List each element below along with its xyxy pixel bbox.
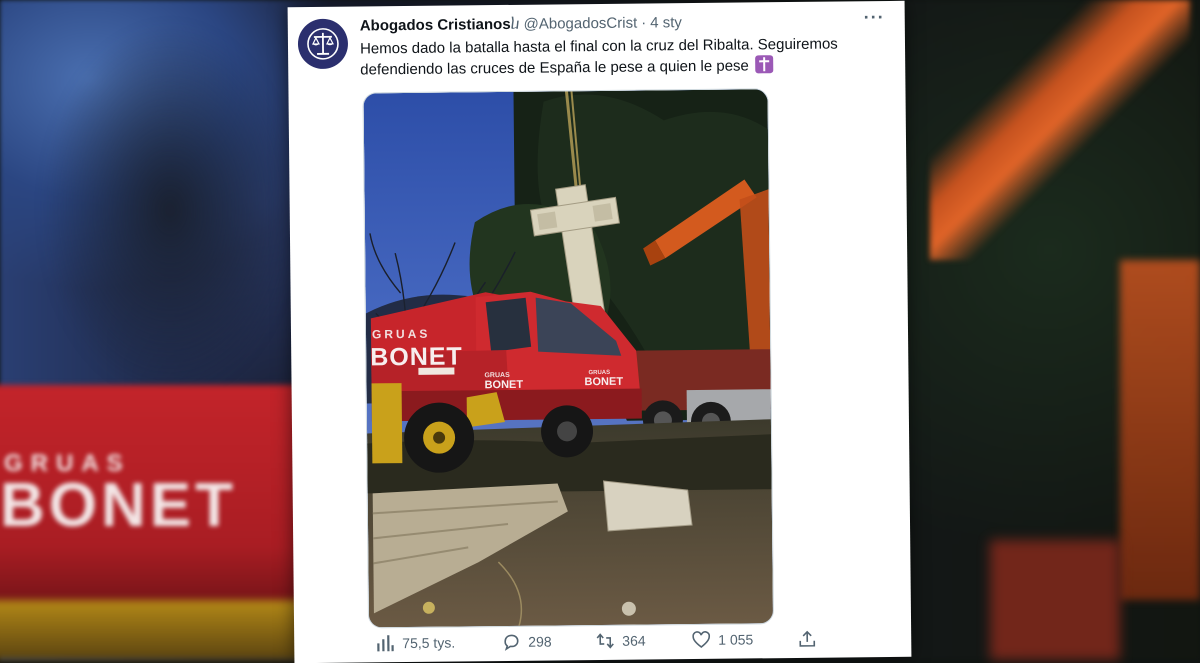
tweet-card[interactable]: Abogados Cristianosⴑ @AbogadosCrist·4 st… [288, 1, 912, 663]
latin-cross-emoji-icon [755, 55, 773, 73]
like-count: 1 055 [718, 631, 753, 647]
tweet-text-line2: defendiendo las cruces de España le pese… [360, 57, 749, 78]
background-truck-text: BONET [0, 470, 237, 541]
tweet-text-line1: Hemos dado la batalla hasta el final con… [360, 35, 838, 57]
crane-removing-cross-photo: GRUAS BONET GRUAS BONET GRUAS BONET [363, 89, 773, 627]
separator: · [641, 14, 646, 31]
retweet-count: 364 [622, 633, 646, 649]
handle[interactable]: @AbogadosCrist [523, 15, 637, 33]
tweet-header: Abogados Cristianosⴑ @AbogadosCrist·4 st… [360, 13, 682, 34]
cab-text: BONET [484, 379, 523, 391]
truck-small-text: GRUAS [372, 327, 430, 342]
retweet-icon [596, 632, 614, 650]
share-icon [798, 630, 816, 648]
display-name[interactable]: Abogados Cristianos [360, 16, 511, 35]
scales-of-justice-icon [306, 27, 340, 61]
background-tree [40, 20, 300, 400]
tweet-actions: 75,5 tys. 298 364 1 055 [366, 625, 866, 658]
heart-icon [692, 631, 710, 649]
views-count: 75,5 tys. [402, 635, 455, 652]
name-glyph: ⴑ [511, 16, 520, 33]
background-truck-right [990, 540, 1120, 660]
retweet-action[interactable]: 364 [596, 632, 646, 651]
reply-icon [502, 633, 520, 651]
background-crane-pillar [1120, 260, 1200, 600]
truck-big-text: BONET [370, 342, 463, 371]
background-truck-wheels [0, 600, 310, 660]
views-action[interactable]: 75,5 tys. [376, 634, 455, 653]
more-options-icon[interactable]: ··· [864, 7, 885, 28]
tweet-text: Hemos dado la batalla hasta el final con… [360, 33, 880, 80]
background-crane-arm [930, 0, 1190, 260]
reply-action[interactable]: 298 [502, 633, 552, 652]
tweet-photo[interactable]: GRUAS BONET GRUAS BONET GRUAS BONET [362, 88, 774, 628]
tweet-date[interactable]: 4 sty [650, 14, 682, 31]
like-action[interactable]: 1 055 [692, 630, 753, 649]
grille-text: BONET [584, 376, 623, 388]
share-action[interactable] [798, 630, 816, 648]
avatar[interactable] [298, 19, 349, 70]
analytics-icon [376, 634, 394, 652]
reply-count: 298 [528, 634, 552, 650]
